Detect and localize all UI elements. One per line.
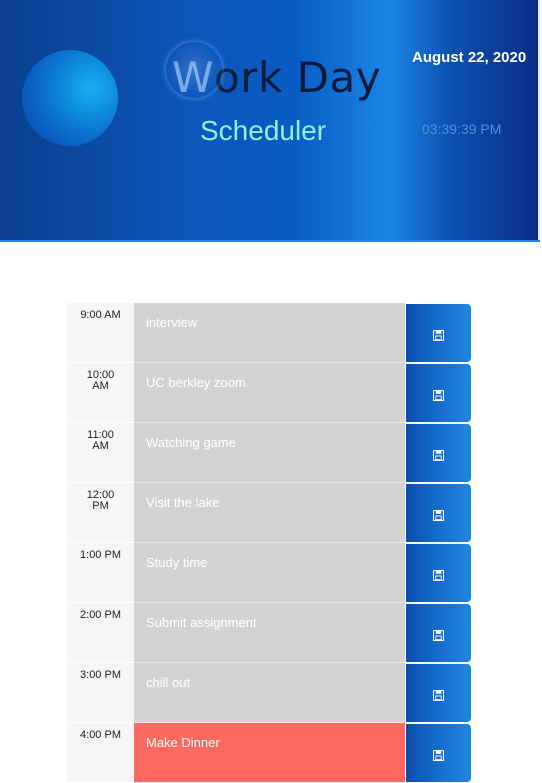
- hour-label-line1: 2:00 PM: [80, 609, 121, 621]
- decorative-orb: [22, 50, 118, 146]
- title-rest: ork Day: [214, 53, 382, 102]
- task-textarea[interactable]: chill out: [134, 663, 405, 723]
- save-button[interactable]: [406, 364, 471, 422]
- hour-label-line1: 9:00 AM: [80, 309, 121, 321]
- hour-label-line2: PM: [92, 500, 109, 512]
- floppy-disk-icon: [432, 388, 445, 401]
- hour-label: 1:00 PM: [67, 543, 134, 603]
- floppy-disk-icon: [432, 508, 445, 521]
- hour-label: 2:00 PM: [67, 603, 134, 663]
- hour-label: 3:00 PM: [67, 663, 134, 723]
- hour-label: 12:00 PM: [67, 483, 134, 543]
- floppy-disk-icon: [432, 448, 445, 461]
- hour-label: 4:00 PM: [67, 723, 134, 783]
- page-title: Work Day: [165, 42, 382, 104]
- title-first-letter: W: [165, 42, 223, 102]
- hour-label-line1: 1:00 PM: [80, 549, 121, 561]
- save-button[interactable]: [406, 424, 471, 482]
- task-textarea[interactable]: UC berkley zoom: [134, 363, 405, 423]
- hour-label: 11:00 AM: [67, 423, 134, 483]
- save-button[interactable]: [406, 304, 471, 362]
- floppy-disk-icon: [432, 688, 445, 701]
- save-button[interactable]: [406, 664, 471, 722]
- hour-label-line1: 3:00 PM: [80, 669, 121, 681]
- floppy-disk-icon: [432, 328, 445, 341]
- current-date: August 22, 2020: [412, 49, 527, 66]
- time-block-row: 11:00 AM Watching game: [67, 423, 471, 483]
- jumbotron-header: Work Day Scheduler August 22, 2020 03:39…: [0, 0, 540, 242]
- hour-label: 10:00 AM: [67, 363, 134, 423]
- task-textarea[interactable]: Watching game: [134, 423, 405, 483]
- task-textarea[interactable]: Make Dinner: [134, 723, 405, 783]
- time-block-row: 10:00 AM UC berkley zoom: [67, 363, 471, 423]
- hour-label-line2: AM: [92, 440, 109, 452]
- hour-label-line1: 4:00 PM: [80, 729, 121, 741]
- save-button[interactable]: [406, 544, 471, 602]
- time-block-row: 9:00 AM interview: [67, 303, 471, 363]
- current-time: 03:39:39 PM: [422, 121, 502, 137]
- floppy-disk-icon: [432, 568, 445, 581]
- time-block-row: 1:00 PM Study time: [67, 543, 471, 603]
- hour-label-line2: AM: [92, 380, 109, 392]
- hour-label: 9:00 AM: [67, 303, 134, 363]
- save-button[interactable]: [406, 724, 471, 782]
- time-block-row: 3:00 PM chill out: [67, 663, 471, 723]
- floppy-disk-icon: [432, 748, 445, 761]
- time-block-row: 4:00 PM Make Dinner: [67, 723, 471, 783]
- task-textarea[interactable]: Submit assignment: [134, 603, 405, 663]
- task-textarea[interactable]: Visit the lake: [134, 483, 405, 543]
- time-block-row: 12:00 PM Visit the lake: [67, 483, 471, 543]
- save-button[interactable]: [406, 604, 471, 662]
- hour-planner: 9:00 AM interview 10:00 AM UC berkley zoom 11…: [67, 303, 471, 783]
- task-textarea[interactable]: Study time: [134, 543, 405, 603]
- time-block-row: 2:00 PM Submit assignment: [67, 603, 471, 663]
- save-button[interactable]: [406, 484, 471, 542]
- floppy-disk-icon: [432, 628, 445, 641]
- page-subtitle: Scheduler: [200, 115, 327, 146]
- task-textarea[interactable]: interview: [134, 303, 405, 363]
